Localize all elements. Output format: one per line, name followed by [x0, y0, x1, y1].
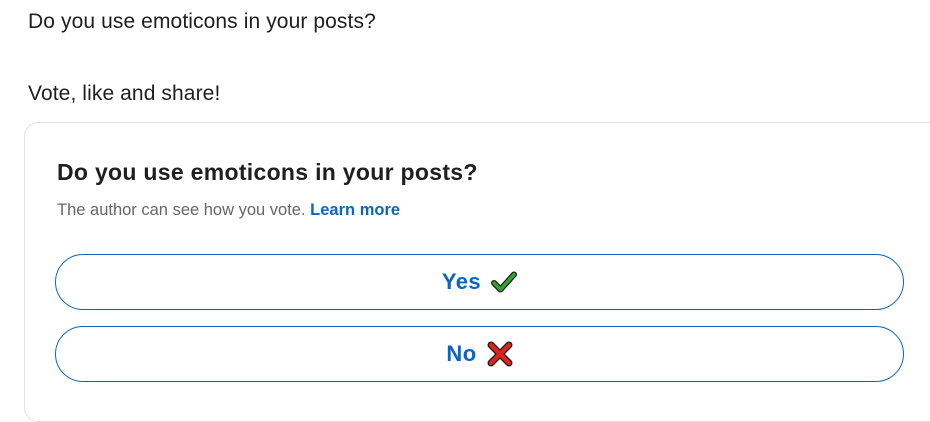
- cross-mark-icon: [487, 341, 513, 367]
- poll-visibility-note: The author can see how you vote. Learn m…: [57, 201, 400, 220]
- poll-option-yes-button[interactable]: Yes: [55, 254, 904, 310]
- poll-question: Do you use emoticons in your posts?: [57, 159, 478, 185]
- poll-option-label: No: [446, 341, 477, 366]
- poll-option-no-button[interactable]: No: [55, 326, 904, 382]
- check-mark-icon: [491, 269, 518, 295]
- post-text-line-2: Vote, like and share!: [28, 82, 221, 105]
- poll-note-text: The author can see how you vote.: [57, 201, 306, 219]
- post-text-line-1: Do you use emoticons in your posts?: [28, 10, 376, 33]
- poll-card: Do you use emoticons in your posts? The …: [24, 122, 930, 422]
- learn-more-link[interactable]: Learn more: [310, 201, 400, 219]
- poll-option-label: Yes: [441, 269, 482, 294]
